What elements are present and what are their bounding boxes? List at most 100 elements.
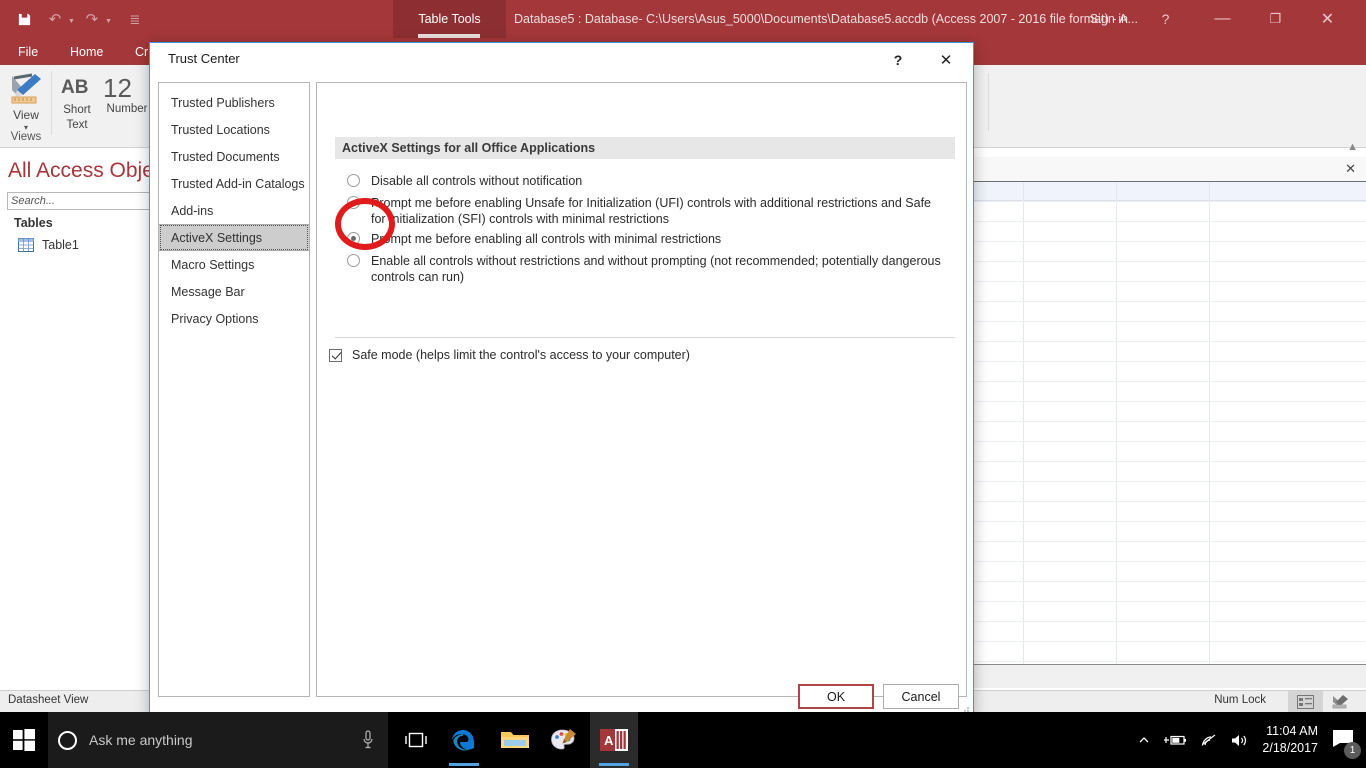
screen: ↶ ▼ ↷ ▼ ≣ Table Tools Database5 : Databa… <box>0 0 1366 768</box>
restore-icon[interactable]: ❐ <box>1253 0 1298 38</box>
dialog-content-panel: ActiveX Settings for all Office Applicat… <box>316 82 967 697</box>
edge-active-underline <box>449 763 479 766</box>
quick-access-toolbar: ↶ ▼ ↷ ▼ ≣ <box>10 0 149 38</box>
status-view-label: Datasheet View <box>8 694 89 706</box>
sidebar-item-trusted-add-in-catalogs[interactable]: Trusted Add-in Catalogs <box>159 170 309 197</box>
close-icon[interactable]: ✕ <box>1305 0 1350 38</box>
action-center-icon[interactable]: 1 <box>1332 728 1361 759</box>
nav-item-label: Table1 <box>42 238 79 252</box>
nav-group-tables[interactable]: Tables <box>14 216 53 230</box>
ribbon-group-separator <box>988 73 989 131</box>
option-prompt-all-minimal[interactable]: Prompt me before enabling all controls w… <box>347 231 947 247</box>
short-text-icon[interactable]: AB <box>61 77 88 99</box>
volume-icon[interactable] <box>1231 733 1249 748</box>
edge-icon[interactable] <box>440 712 488 768</box>
sign-in-button[interactable]: Sign in <box>1090 0 1128 38</box>
sidebar-item-macro-settings[interactable]: Macro Settings <box>159 251 309 278</box>
dialog-title: Trust Center <box>168 51 240 66</box>
ribbon-group-add-fields: AB Short Text 12 Number <box>53 65 153 148</box>
view-button-label[interactable]: View <box>0 108 52 122</box>
undo-icon[interactable]: ↶ <box>41 4 69 34</box>
option-1-radio[interactable] <box>347 174 360 187</box>
microphone-icon[interactable] <box>362 730 374 750</box>
design-view-button[interactable] <box>1323 691 1358 712</box>
dialog-close-icon[interactable]: ✕ <box>931 49 961 71</box>
cancel-button[interactable]: Cancel <box>883 684 959 709</box>
show-hidden-icons-icon[interactable] <box>1138 734 1150 746</box>
datasheet-view-button[interactable] <box>1288 691 1323 712</box>
option-prompt-ufi-sfi[interactable]: Prompt me before enabling Unsafe for Ini… <box>347 195 947 227</box>
notification-count-badge: 1 <box>1344 741 1361 759</box>
dialog-category-list: Trusted Publishers Trusted Locations Tru… <box>158 82 310 697</box>
help-icon[interactable]: ? <box>1143 0 1188 38</box>
clock-date: 2/18/2017 <box>1262 741 1318 755</box>
section-title: ActiveX Settings for all Office Applicat… <box>335 137 955 159</box>
access-active-underline <box>599 763 629 766</box>
ok-button[interactable]: OK <box>798 684 874 709</box>
option-4-label: Enable all controls without restrictions… <box>371 254 941 284</box>
battery-icon[interactable] <box>1163 733 1187 747</box>
search-placeholder: Ask me anything <box>89 732 193 748</box>
dialog-help-icon[interactable]: ? <box>885 49 911 71</box>
safe-mode-label: Safe mode (helps limit the control's acc… <box>352 348 690 362</box>
safe-mode-checkbox[interactable] <box>329 348 342 362</box>
paint-icon[interactable] <box>540 712 588 768</box>
access-icon[interactable]: A <box>590 712 638 768</box>
save-icon[interactable] <box>10 4 38 34</box>
search-box[interactable]: Ask me anything <box>48 712 388 768</box>
taskbar: Ask me anything A 11:04 AM 2/18/2017 1 <box>0 712 1366 768</box>
sidebar-item-trusted-documents[interactable]: Trusted Documents <box>159 143 309 170</box>
option-3-label: Prompt me before enabling all controls w… <box>371 232 722 246</box>
nav-item-table1[interactable]: Table1 <box>18 238 79 252</box>
sidebar-item-trusted-publishers[interactable]: Trusted Publishers <box>159 89 309 116</box>
minimize-icon[interactable]: — <box>1200 0 1245 38</box>
option-disable-all-controls[interactable]: Disable all controls without notificatio… <box>347 173 947 189</box>
task-view-icon[interactable] <box>392 712 440 768</box>
svg-text:A: A <box>604 733 614 748</box>
system-tray: 11:04 AM 2/18/2017 1 <box>1138 712 1366 768</box>
close-document-icon[interactable]: ✕ <box>1345 161 1356 177</box>
clock-time: 11:04 AM <box>1266 724 1318 738</box>
redo-dropdown-icon[interactable]: ▼ <box>105 18 112 25</box>
section-divider <box>335 337 955 338</box>
tab-create[interactable]: Cr <box>135 38 148 65</box>
number-icon[interactable]: 12 <box>103 73 132 104</box>
status-num-lock: Num Lock <box>1214 694 1266 706</box>
sidebar-item-message-bar[interactable]: Message Bar <box>159 278 309 305</box>
sidebar-item-trusted-locations[interactable]: Trusted Locations <box>159 116 309 143</box>
window-titlebar: ↶ ▼ ↷ ▼ ≣ Table Tools Database5 : Databa… <box>0 0 1366 39</box>
start-button[interactable] <box>0 712 48 768</box>
tab-home[interactable]: Home <box>70 38 103 65</box>
option-1-label: Disable all controls without notificatio… <box>371 174 583 188</box>
wifi-icon[interactable] <box>1200 733 1218 747</box>
short-text-label[interactable]: Short Text <box>53 103 101 133</box>
undo-dropdown-icon[interactable]: ▼ <box>68 18 75 25</box>
file-explorer-icon[interactable] <box>491 712 539 768</box>
option-2-radio[interactable] <box>347 196 360 209</box>
view-icon[interactable] <box>8 72 46 106</box>
number-label[interactable]: Number <box>99 103 155 115</box>
ribbon-group-views: View ▾ Views <box>0 65 52 148</box>
safe-mode-row[interactable]: Safe mode (helps limit the control's acc… <box>329 348 690 362</box>
sidebar-item-add-ins[interactable]: Add-ins <box>159 197 309 224</box>
sidebar-item-activex-settings[interactable]: ActiveX Settings <box>159 224 309 251</box>
tab-file[interactable]: File <box>18 38 38 65</box>
collapse-ribbon-icon[interactable]: ▲ <box>1347 141 1358 153</box>
search-input[interactable]: Search... <box>7 192 159 210</box>
customize-quick-access-icon[interactable]: ≣ <box>121 4 149 34</box>
contextual-tab-label: Table Tools <box>418 12 481 26</box>
option-2-label: Prompt me before enabling Unsafe for Ini… <box>371 196 931 226</box>
dialog-titlebar: Trust Center ? ✕ <box>150 43 973 75</box>
sidebar-item-privacy-options[interactable]: Privacy Options <box>159 305 309 332</box>
redo-icon[interactable]: ↷ <box>78 4 106 34</box>
option-enable-all-controls[interactable]: Enable all controls without restrictions… <box>347 253 947 285</box>
option-3-radio[interactable] <box>347 232 360 245</box>
window-title: Database5 : Database- C:\Users\Asus_5000… <box>514 12 1138 26</box>
clock[interactable]: 11:04 AM 2/18/2017 <box>1262 723 1318 757</box>
ribbon-group-label-views: Views <box>10 131 42 143</box>
cortana-icon <box>58 730 77 750</box>
option-4-radio[interactable] <box>347 254 360 267</box>
trust-center-dialog: Trust Center ? ✕ Trusted Publishers Trus… <box>149 42 974 718</box>
table-icon <box>18 238 34 252</box>
contextual-tab-table-tools[interactable]: Table Tools <box>393 0 506 38</box>
